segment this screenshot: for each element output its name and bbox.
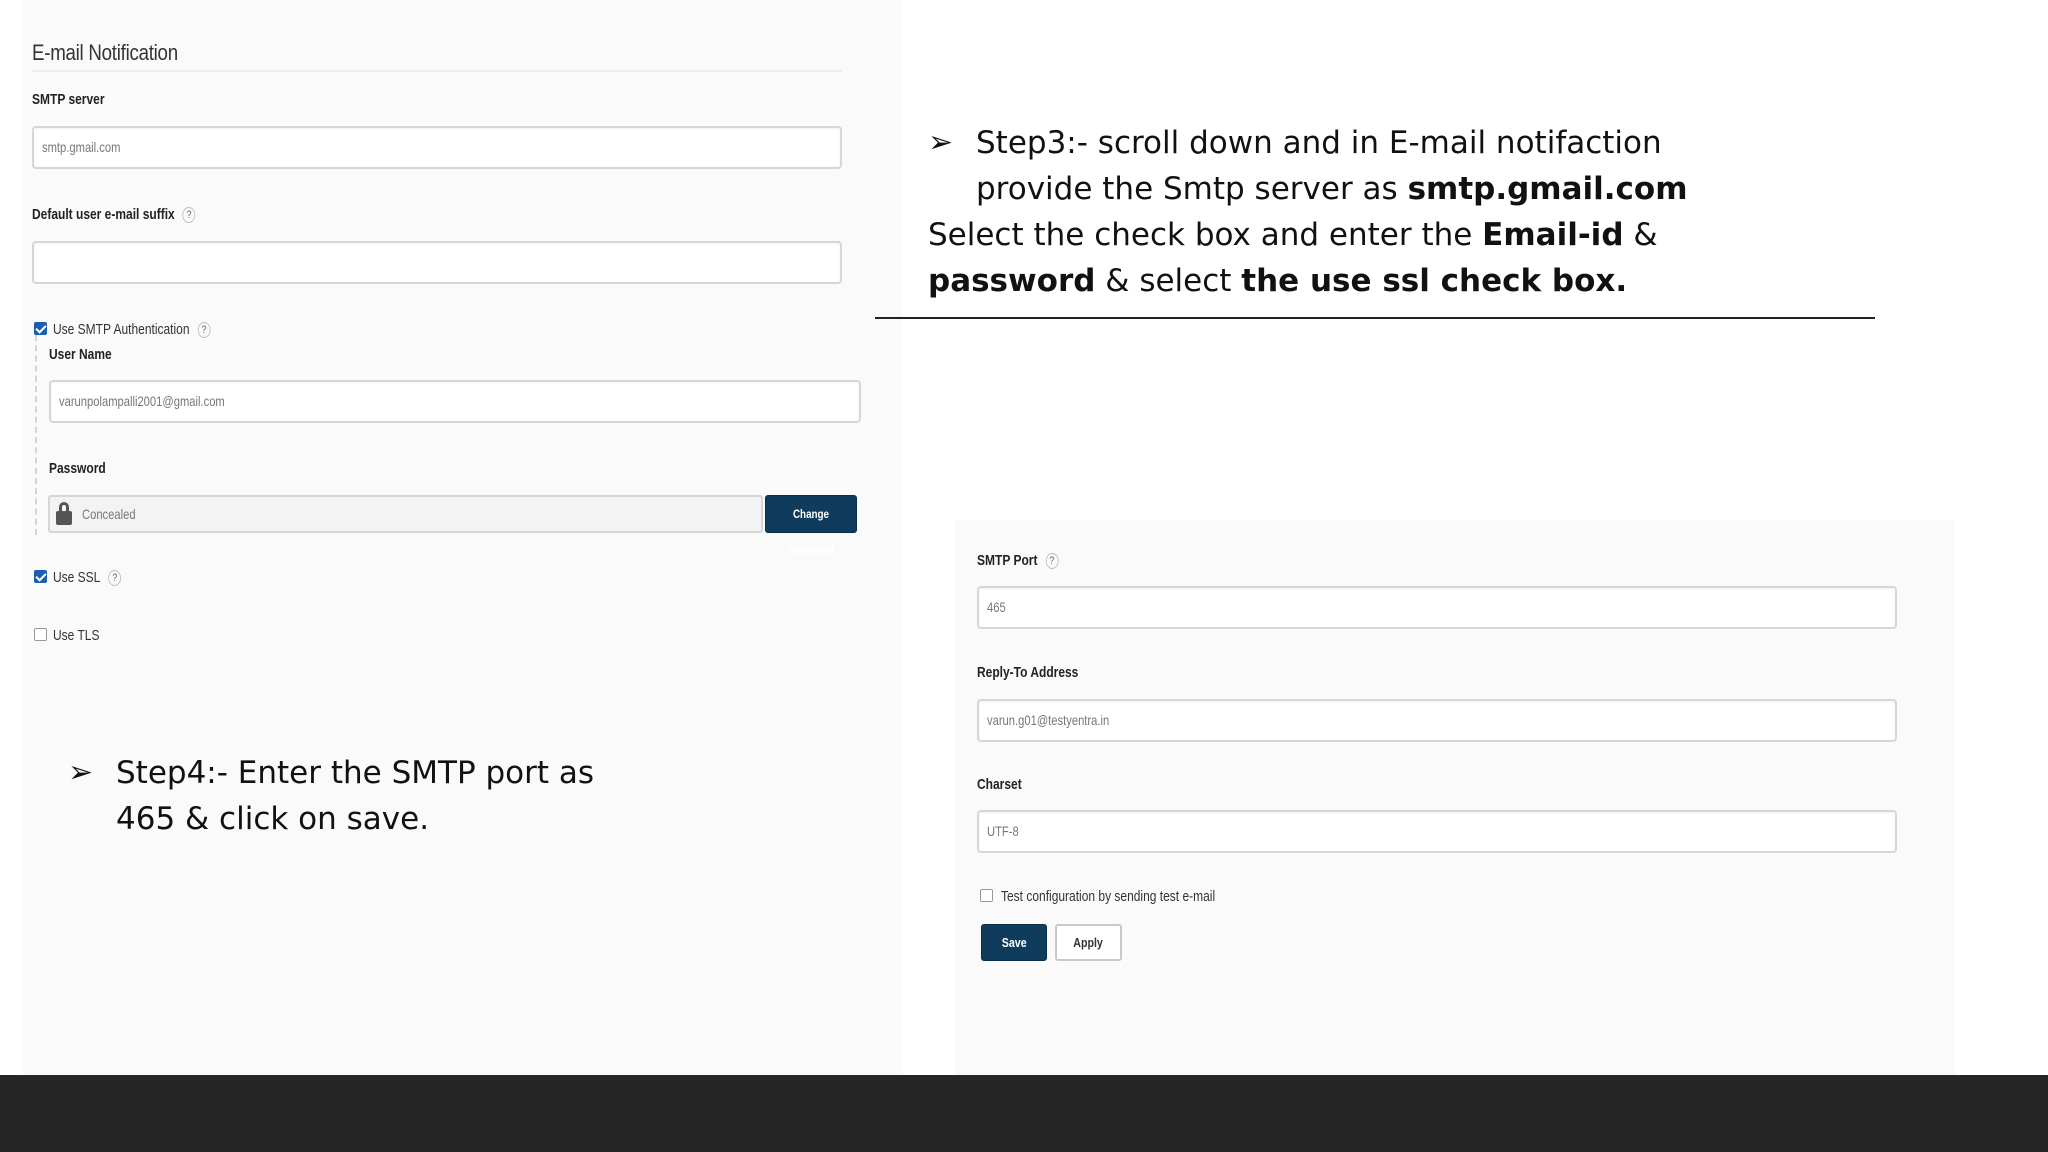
- smtp-server-value: smtp.gmail.com: [42, 139, 121, 155]
- save-button[interactable]: Save: [981, 924, 1047, 961]
- smtp-port-label-row: SMTP Port?: [977, 552, 1059, 570]
- title-divider: [32, 70, 842, 72]
- smtp-port-label: SMTP Port: [977, 552, 1038, 569]
- charset-value: UTF-8: [987, 823, 1019, 839]
- use-ssl-label-row: Use SSL?: [53, 569, 122, 587]
- use-tls-checkbox[interactable]: [34, 628, 47, 641]
- step3-line3: Select the check box and enter the Email…: [928, 217, 1658, 253]
- auth-group-rail: [35, 335, 37, 535]
- lock-icon: [56, 502, 72, 526]
- use-smtp-auth-checkbox[interactable]: [34, 322, 47, 335]
- user-name-label: User Name: [49, 346, 112, 363]
- default-suffix-input[interactable]: [32, 241, 842, 284]
- step3-line2: provide the Smtp server as smtp.gmail.co…: [976, 171, 1688, 207]
- use-ssl-label: Use SSL: [53, 569, 101, 586]
- arrow-bullet-icon: ➢: [68, 755, 94, 790]
- default-suffix-label: Default user e-mail suffix: [32, 206, 175, 223]
- step4-line1: Step4:- Enter the SMTP port as: [116, 755, 595, 791]
- step3-note: ➢ Step3:- scroll down and in E-mail noti…: [928, 120, 1908, 304]
- default-suffix-label-row: Default user e-mail suffix?: [32, 206, 196, 224]
- step3-line4: password & select the use ssl check box.: [928, 263, 1628, 299]
- test-config-checkbox[interactable]: [980, 889, 993, 902]
- smtp-server-label: SMTP server: [32, 91, 105, 108]
- step4-line2: 465 & click on save.: [116, 801, 430, 837]
- password-input[interactable]: Concealed: [48, 495, 763, 533]
- reply-to-input[interactable]: varun.g01@testyentra.in: [977, 699, 1897, 742]
- step3-underline: [875, 317, 1875, 319]
- smtp-port-input[interactable]: 465: [977, 586, 1897, 629]
- user-name-input[interactable]: varunpolampalli2001@gmail.com: [49, 380, 861, 423]
- use-tls-label: Use TLS: [53, 627, 100, 644]
- step3-line1: Step3:- scroll down and in E-mail notifa…: [976, 125, 1662, 161]
- section-title: E-mail Notification: [32, 40, 178, 65]
- reply-to-label: Reply-To Address: [977, 664, 1079, 681]
- step4-note: ➢ Step4:- Enter the SMTP port as 465 & c…: [68, 750, 668, 842]
- help-icon[interactable]: ?: [1045, 553, 1059, 570]
- smtp-port-value: 465: [987, 599, 1006, 615]
- smtp-server-input[interactable]: smtp.gmail.com: [32, 126, 842, 169]
- password-value: Concealed: [82, 506, 136, 522]
- slide: E-mail Notification SMTP server smtp.gma…: [0, 0, 2048, 1152]
- user-name-value: varunpolampalli2001@gmail.com: [59, 393, 225, 409]
- help-icon[interactable]: ?: [197, 322, 211, 339]
- charset-label: Charset: [977, 776, 1022, 793]
- charset-input[interactable]: UTF-8: [977, 810, 1897, 853]
- use-ssl-checkbox[interactable]: [34, 570, 47, 583]
- change-password-label: Change Password: [787, 507, 835, 557]
- footer-bar: [0, 1075, 2048, 1152]
- reply-to-value: varun.g01@testyentra.in: [987, 712, 1110, 728]
- use-smtp-auth-label-row: Use SMTP Authentication?: [53, 321, 211, 339]
- test-config-label: Test configuration by sending test e-mai…: [1001, 888, 1216, 905]
- help-icon[interactable]: ?: [108, 570, 122, 587]
- help-icon[interactable]: ?: [182, 207, 196, 224]
- apply-button[interactable]: Apply: [1055, 924, 1122, 961]
- apply-label: Apply: [1073, 935, 1104, 950]
- password-label: Password: [49, 460, 106, 477]
- use-smtp-auth-label: Use SMTP Authentication: [53, 321, 190, 338]
- change-password-button[interactable]: Change Password: [765, 495, 857, 557]
- save-label: Save: [1001, 935, 1027, 950]
- arrow-bullet-icon: ➢: [928, 125, 954, 160]
